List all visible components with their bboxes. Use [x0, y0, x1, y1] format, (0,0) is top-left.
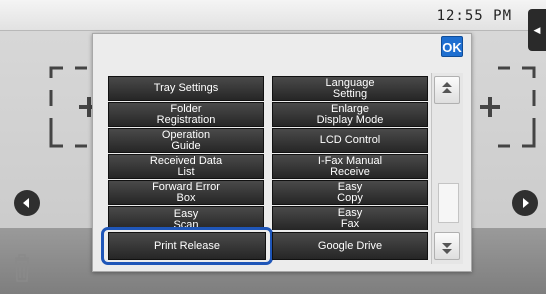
arrow-down-icon [442, 243, 452, 254]
forward-error-box-button[interactable]: Forward Error Box [108, 180, 264, 205]
enlarge-display-mode-button[interactable]: Enlarge Display Mode [272, 102, 428, 127]
chevron-left-icon [23, 198, 29, 208]
google-drive-button[interactable]: Google Drive [272, 232, 428, 260]
easy-copy-button[interactable]: Easy Copy [272, 180, 428, 205]
button-label: Easy Copy [337, 180, 363, 204]
page-left-button[interactable] [14, 190, 40, 216]
button-label: Received Data List [149, 154, 223, 178]
print-release-button[interactable]: Print Release [108, 232, 266, 260]
received-data-list-button[interactable]: Received Data List [108, 154, 264, 179]
clock: 12:55 PM [436, 8, 512, 24]
button-label: Operation Guide [161, 128, 211, 152]
button-label: Tray Settings [153, 82, 219, 94]
chevron-right-icon [523, 198, 529, 208]
language-setting-button[interactable]: Language Setting [272, 76, 428, 101]
lcd-control-button[interactable]: LCD Control [272, 128, 428, 153]
scroll-up-button[interactable] [434, 76, 460, 104]
i-fax-manual-receive-button[interactable]: I-Fax Manual Receive [272, 154, 428, 179]
button-label: LCD Control [319, 134, 381, 146]
button-label: Language Setting [325, 76, 375, 100]
easy-fax-button[interactable]: Easy Fax [272, 206, 428, 230]
status-bar: 12:55 PM [0, 0, 546, 31]
scroll-down-button[interactable] [434, 232, 460, 260]
tray-settings-button[interactable]: Tray Settings [108, 76, 264, 101]
button-label: Easy Fax [337, 206, 363, 230]
page-right-button[interactable] [512, 190, 538, 216]
settings-button-grid: Tray Settings Language Setting Folder Re… [107, 76, 431, 230]
scroll-thumb[interactable] [438, 183, 459, 223]
folder-registration-button[interactable]: Folder Registration [108, 102, 264, 127]
button-label: Folder Registration [156, 102, 216, 126]
button-label: Forward Error Box [152, 180, 220, 204]
button-label: Enlarge Display Mode [316, 102, 384, 126]
arrow-up-icon [442, 82, 452, 93]
operation-guide-button[interactable]: Operation Guide [108, 128, 264, 153]
side-panel-tab[interactable]: ◀ [528, 9, 546, 51]
button-label: I-Fax Manual Receive [317, 154, 383, 178]
trash-icon[interactable] [13, 254, 31, 282]
ok-button[interactable]: OK [441, 36, 463, 57]
empty-slot-right-icon [480, 66, 536, 148]
